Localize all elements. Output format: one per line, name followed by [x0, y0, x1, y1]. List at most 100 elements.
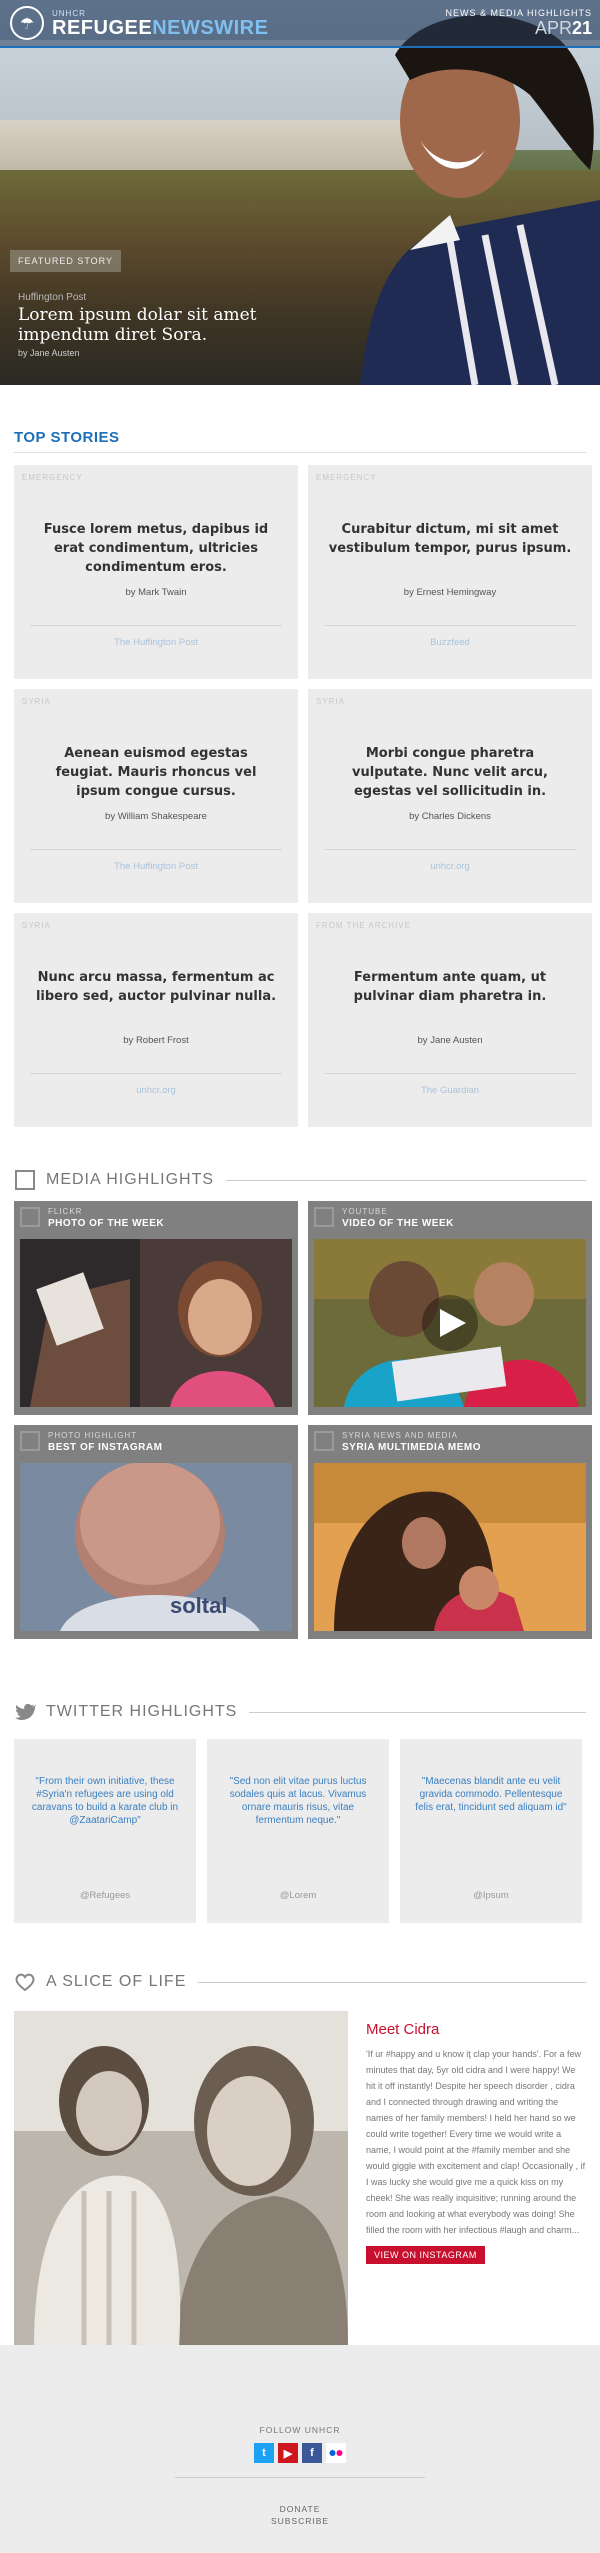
media-kicker: FLICKR	[48, 1207, 83, 1216]
divider	[30, 625, 282, 626]
top-stories-title: TOP STORIES	[14, 429, 120, 446]
story-headline[interactable]: Morbi congue pharetra vulputate. Nunc ve…	[328, 744, 572, 801]
twitter-highlights-title: TWITTER HIGHLIGHTS	[46, 1703, 238, 1720]
donate-link[interactable]: DONATE	[0, 2504, 600, 2514]
divider	[30, 1073, 282, 1074]
tweet-card[interactable]: "Sed non elit vitae purus luctus sodales…	[207, 1739, 389, 1923]
story-author: by Ernest Hemingway	[403, 587, 497, 598]
flickr-icon[interactable]	[326, 2443, 346, 2463]
media-title[interactable]: BEST OF INSTAGRAM	[48, 1442, 162, 1453]
slice-of-life-title: A SLICE OF LIFE	[46, 1973, 187, 1990]
media-image	[20, 1239, 292, 1407]
story-source-link[interactable]: The Guardian	[308, 1085, 592, 1096]
tweet-handle[interactable]: @Refugees	[14, 1890, 196, 1901]
story-card[interactable]: FROM THE ARCHIVE Fermentum ante quam, ut …	[308, 913, 592, 1127]
media-card[interactable]: SYRIA NEWS AND MEDIA SYRIA MULTIMEDIA MEM…	[308, 1425, 592, 1639]
divider	[30, 849, 282, 850]
divider	[226, 1179, 586, 1181]
story-card[interactable]: SYRIA Morbi congue pharetra vulputate. Nu…	[308, 689, 592, 903]
top-stories-grid: EMERGENCY Fusce lorem metus, dapibus id e…	[0, 453, 600, 1127]
twitter-highlights-header: TWITTER HIGHLIGHTS	[0, 1701, 600, 1723]
media-video-thumbnail[interactable]	[314, 1239, 586, 1407]
media-highlights-header: MEDIA HIGHLIGHTS	[0, 1169, 600, 1191]
featured-byline: by Jane Austen	[18, 348, 80, 358]
social-links: t ▶ f	[0, 2443, 600, 2463]
media-card[interactable]: YOUTUBE VIDEO OF THE WEEK	[308, 1201, 592, 1415]
unhcr-emblem-icon: ☂	[10, 6, 44, 40]
media-highlights-title: MEDIA HIGHLIGHTS	[46, 1171, 215, 1188]
issue-info: NEWS & MEDIA HIGHLIGHTS APR21	[445, 8, 592, 39]
slice-story-text: 'If ur #happy and u know iţ clap your ha…	[366, 2049, 586, 2235]
tweets-grid: "From their own initiative, these #Syria…	[0, 1723, 600, 1923]
story-headline[interactable]: Aenean euismod egestas feugiat. Mauris r…	[34, 744, 278, 801]
slice-of-life-header: A SLICE OF LIFE	[0, 1971, 600, 1993]
facebook-icon[interactable]: f	[302, 2443, 322, 2463]
svg-text:soltal: soltal	[170, 1593, 227, 1618]
story-source-link[interactable]: The Huffington Post	[14, 637, 298, 648]
issue-label: NEWS & MEDIA HIGHLIGHTS	[445, 8, 592, 18]
story-card[interactable]: SYRIA Nunc arcu massa, fermentum ac liber…	[14, 913, 298, 1127]
heart-icon	[15, 1973, 35, 1992]
story-headline[interactable]: Nunc arcu massa, fermentum ac libero sed…	[34, 968, 278, 1006]
divider	[324, 849, 576, 850]
tweet-text: "Maecenas blandit ante eu velit gravida …	[415, 1776, 567, 1813]
featured-title[interactable]: Lorem ipsum dolar sit amet impendum dire…	[18, 305, 318, 345]
story-source-link[interactable]: unhcr.org	[14, 1085, 298, 1096]
slice-of-life: Meet Cidra 'If ur #happy and u know iţ c…	[0, 1993, 600, 2348]
media-title[interactable]: SYRIA MULTIMEDIA MEMO	[342, 1442, 481, 1453]
story-card[interactable]: EMERGENCY Fusce lorem metus, dapibus id e…	[14, 465, 298, 679]
twitter-icon[interactable]: t	[254, 2443, 274, 2463]
story-category: SYRIA	[316, 697, 346, 706]
story-card[interactable]: SYRIA Aenean euismod egestas feugiat. Mau…	[14, 689, 298, 903]
media-image: soltal	[20, 1463, 292, 1631]
media-grid: FLICKR PHOTO OF THE WEEK YOUTUBE VIDEO OF T…	[0, 1191, 600, 1639]
media-kicker: YOUTUBE	[342, 1207, 388, 1216]
tweet-handle[interactable]: @Ipsum	[400, 1890, 582, 1901]
story-author: by William Shakespeare	[105, 811, 207, 822]
media-square-icon	[314, 1431, 334, 1451]
media-title[interactable]: VIDEO OF THE WEEK	[342, 1218, 454, 1229]
twitter-bird-icon	[15, 1703, 36, 1721]
divider	[324, 625, 576, 626]
divider	[198, 1981, 586, 1983]
tweet-text: "From their own initiative, these #Syria…	[31, 1776, 179, 1826]
story-source-link[interactable]: Buzzfeed	[308, 637, 592, 648]
media-kicker: PHOTO HIGHLIGHT	[48, 1431, 138, 1440]
follow-label: FOLLOW UNHCR	[259, 2425, 341, 2435]
youtube-icon[interactable]: ▶	[278, 2443, 298, 2463]
media-card[interactable]: PHOTO HIGHLIGHT BEST OF INSTAGRAM soltal	[14, 1425, 298, 1639]
tweet-handle[interactable]: @Lorem	[207, 1890, 389, 1901]
hero-photo-subject	[360, 14, 600, 385]
tweet-card[interactable]: "From their own initiative, these #Syria…	[14, 1739, 196, 1923]
media-kicker: SYRIA NEWS AND MEDIA	[342, 1431, 459, 1440]
media-title[interactable]: PHOTO OF THE WEEK	[48, 1218, 164, 1229]
story-author: by Charles Dickens	[409, 811, 491, 822]
tweet-card[interactable]: "Maecenas blandit ante eu velit gravida …	[400, 1739, 582, 1923]
story-source-link[interactable]: unhcr.org	[308, 861, 592, 872]
featured-tag: FEATURED STORY	[10, 250, 122, 272]
media-image	[314, 1463, 586, 1631]
subscribe-link[interactable]: SUBSCRIBE	[0, 2516, 600, 2526]
unhcr-logo[interactable]: ☂ UNHCR REFUGEENEWSWIRE	[10, 6, 268, 40]
story-source-link[interactable]: The Huffington Post	[14, 861, 298, 872]
story-category: SYRIA	[22, 697, 52, 706]
story-author: by Robert Frost	[123, 1035, 189, 1046]
divider	[324, 1073, 576, 1074]
flickr-dots	[329, 2450, 343, 2456]
slice-photo[interactable]	[14, 2011, 348, 2348]
brand-part1: REFUGEE	[52, 16, 153, 39]
view-on-instagram-button[interactable]: VIEW ON INSTAGRAM	[366, 2246, 485, 2264]
footer: FOLLOW UNHCR t ▶ f DONATE SUBSCRIBE	[0, 2345, 600, 2553]
tweet-text: "Sed non elit vitae purus luctus sodales…	[229, 1776, 367, 1826]
story-headline[interactable]: Fusce lorem metus, dapibus id erat condi…	[34, 520, 278, 577]
issue-day: 21	[571, 18, 592, 38]
slice-name: Meet Cidra	[366, 2021, 440, 2038]
media-card[interactable]: FLICKR PHOTO OF THE WEEK	[14, 1201, 298, 1415]
featured-hero[interactable]: ☂ UNHCR REFUGEENEWSWIRE NEWS & MEDIA HIG…	[0, 0, 600, 385]
story-card[interactable]: EMERGENCY Curabitur dictum, mi sit amet v…	[308, 465, 592, 679]
media-square-icon	[15, 1170, 35, 1190]
story-headline[interactable]: Curabitur dictum, mi sit amet vestibulum…	[328, 520, 572, 558]
media-square-icon	[20, 1431, 40, 1451]
story-category: EMERGENCY	[316, 473, 377, 482]
story-headline[interactable]: Fermentum ante quam, ut pulvinar diam ph…	[328, 968, 572, 1006]
